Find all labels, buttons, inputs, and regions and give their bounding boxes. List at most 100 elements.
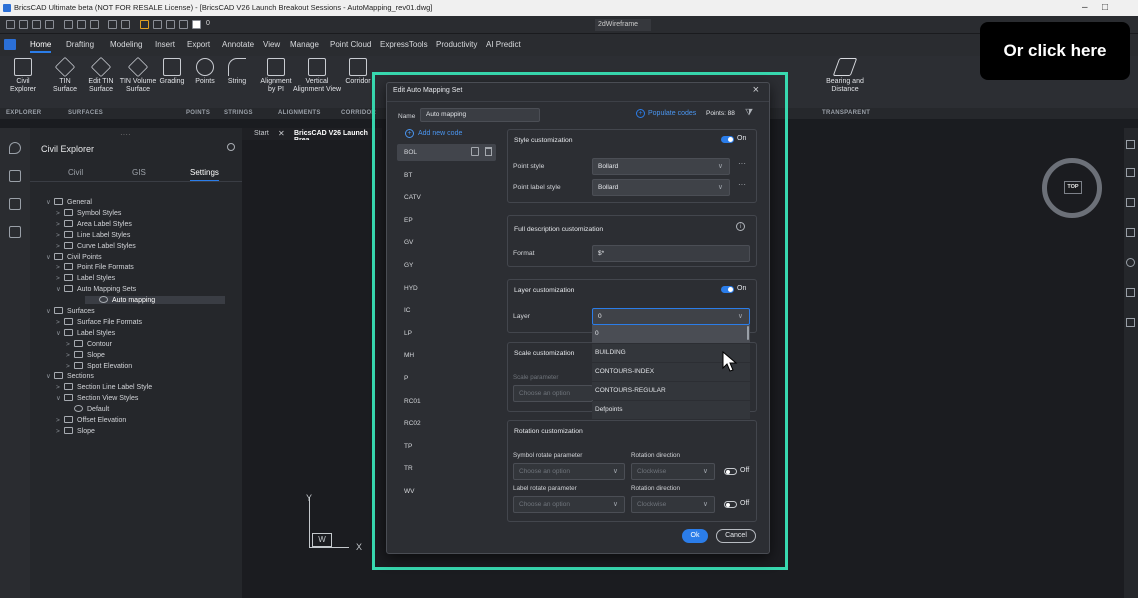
layer-toggle[interactable]	[721, 286, 734, 293]
tool-icon[interactable]	[1126, 168, 1135, 177]
chevron-icon[interactable]: >	[56, 417, 64, 424]
properties-icon[interactable]	[1126, 140, 1135, 149]
layer-select[interactable]: 0 ∨	[592, 308, 750, 325]
chevron-icon[interactable]: ∨	[46, 307, 54, 315]
chevron-icon[interactable]: >	[56, 264, 64, 271]
rotation-toggle-2[interactable]	[724, 501, 737, 508]
chevron-icon[interactable]: ∨	[56, 394, 64, 402]
visual-style-select[interactable]: 2dWireframe	[595, 19, 651, 31]
save-icon[interactable]	[32, 20, 41, 29]
layer-sun-icon[interactable]	[153, 20, 162, 29]
or-click-here-callout[interactable]: Or click here	[980, 22, 1130, 80]
group-surfaces[interactable]: SURFACES	[68, 110, 103, 116]
group-corridor[interactable]: CORRIDOR	[341, 110, 376, 116]
chevron-icon[interactable]: >	[56, 275, 64, 282]
layer-print-icon[interactable]	[179, 20, 188, 29]
add-code-plus-icon[interactable]: +	[405, 129, 414, 138]
plot-icon[interactable]	[77, 20, 86, 29]
layer-value[interactable]: 0	[206, 20, 210, 27]
name-input[interactable]: Auto mapping	[420, 108, 540, 122]
chevron-icon[interactable]: ∨	[56, 329, 64, 337]
code-item[interactable]: P	[404, 375, 408, 382]
alignment-by-pi-button[interactable]: Alignment by PI	[258, 58, 294, 94]
grading-button[interactable]: Grading	[155, 58, 189, 86]
chevron-icon[interactable]: >	[66, 352, 74, 359]
chevron-icon[interactable]: >	[66, 363, 74, 370]
tree-item[interactable]: > Point File Formats	[56, 263, 134, 271]
bearing-distance-button[interactable]: Bearing and Distance	[820, 58, 870, 94]
rotation-direction-2-select[interactable]: Clockwise ∨	[631, 496, 715, 513]
minimize-icon[interactable]: –	[1082, 0, 1088, 16]
tree-item[interactable]: > Label Styles	[56, 274, 115, 282]
code-item[interactable]: GY	[404, 262, 413, 269]
attach-icon[interactable]	[1126, 318, 1135, 327]
code-item[interactable]: IC	[404, 307, 411, 314]
tree-item[interactable]: ∨ Label Styles	[56, 328, 115, 337]
layer-option[interactable]: CONTOURS-REGULAR	[592, 382, 750, 400]
rotation-toggle-1[interactable]	[724, 468, 737, 475]
code-item[interactable]: LP	[404, 330, 412, 337]
tree-item[interactable]: > Spot Elevation	[66, 361, 132, 370]
tree-item[interactable]: ∨ Sections	[46, 372, 94, 380]
undo-icon[interactable]	[108, 20, 117, 29]
chevron-icon[interactable]: ∨	[56, 285, 64, 293]
dropdown-scrollbar[interactable]	[747, 326, 749, 340]
search-icon[interactable]	[227, 143, 235, 151]
menu-view[interactable]: View	[263, 40, 280, 49]
points-button[interactable]: Points	[190, 58, 220, 86]
symbol-rotate-param-select[interactable]: Choose an option ∨	[513, 463, 625, 480]
populate-plus-icon[interactable]: +	[636, 109, 645, 118]
chevron-icon[interactable]: >	[56, 210, 64, 217]
print-icon[interactable]	[64, 20, 73, 29]
point-style-more-icon[interactable]: ···	[738, 159, 746, 168]
layer-lock-icon[interactable]	[166, 20, 175, 29]
viewcube-top[interactable]: TOP	[1064, 181, 1082, 194]
civil-explorer-panel-icon[interactable]	[9, 226, 21, 238]
location-icon[interactable]	[9, 142, 21, 154]
scale-param-select[interactable]: Choose an option	[513, 385, 593, 402]
group-alignments[interactable]: ALIGNMENTS	[278, 110, 321, 116]
menu-insert[interactable]: Insert	[155, 40, 175, 49]
point-label-style-select[interactable]: Bollard ∨	[592, 179, 730, 196]
tin-volume-surface-button[interactable]: TIN Volume Surface	[118, 56, 158, 94]
code-item[interactable]: BOL	[404, 149, 417, 156]
close-tab-icon[interactable]: ✕	[278, 129, 285, 138]
tree-item[interactable]: > Slope	[56, 426, 95, 435]
tree-item[interactable]: > Slope	[66, 350, 105, 359]
layer-bulb-icon[interactable]	[140, 20, 149, 29]
publish-icon[interactable]	[90, 20, 99, 29]
style-toggle[interactable]	[721, 136, 734, 143]
tree-item[interactable]: > Symbol Styles	[56, 208, 121, 217]
group-strings[interactable]: STRINGS	[224, 110, 253, 116]
chevron-icon[interactable]: >	[56, 243, 64, 250]
tree-item[interactable]: > Section Line Label Style	[56, 383, 152, 391]
corridor-button[interactable]: Corridor	[343, 58, 373, 86]
chevron-icon[interactable]: >	[56, 232, 64, 239]
chevron-icon[interactable]: >	[56, 428, 64, 435]
menu-ai-predict[interactable]: AI Predict	[486, 40, 521, 49]
add-new-code-button[interactable]: Add new code	[418, 130, 462, 137]
menu-point-cloud[interactable]: Point Cloud	[330, 40, 371, 49]
edit-tin-surface-button[interactable]: Edit TIN Surface	[84, 56, 118, 94]
tree-item[interactable]: Default	[66, 405, 109, 413]
delete-icon[interactable]	[485, 147, 492, 156]
code-item[interactable]: RC01	[404, 398, 421, 405]
chevron-icon[interactable]: >	[56, 384, 64, 391]
info-icon[interactable]: i	[736, 222, 745, 231]
menu-annotate[interactable]: Annotate	[222, 40, 254, 49]
save-as-icon[interactable]	[45, 20, 54, 29]
menu-modeling[interactable]: Modeling	[110, 40, 142, 49]
chevron-icon[interactable]: ∨	[46, 198, 54, 206]
chevron-icon[interactable]: >	[56, 319, 64, 326]
tab-start[interactable]: Start	[254, 130, 269, 137]
close-icon[interactable]: ×	[753, 84, 759, 96]
library-icon[interactable]	[1126, 198, 1135, 207]
format-input[interactable]: $*	[592, 245, 750, 262]
location-panel-icon[interactable]	[1126, 258, 1135, 267]
code-item[interactable]: WV	[404, 488, 414, 495]
menu-export[interactable]: Export	[187, 40, 210, 49]
refresh-icon[interactable]	[1126, 288, 1135, 297]
restore-icon[interactable]: □	[1102, 0, 1108, 16]
panel-grip[interactable]: ····	[120, 130, 131, 139]
code-item[interactable]: EP	[404, 217, 413, 224]
